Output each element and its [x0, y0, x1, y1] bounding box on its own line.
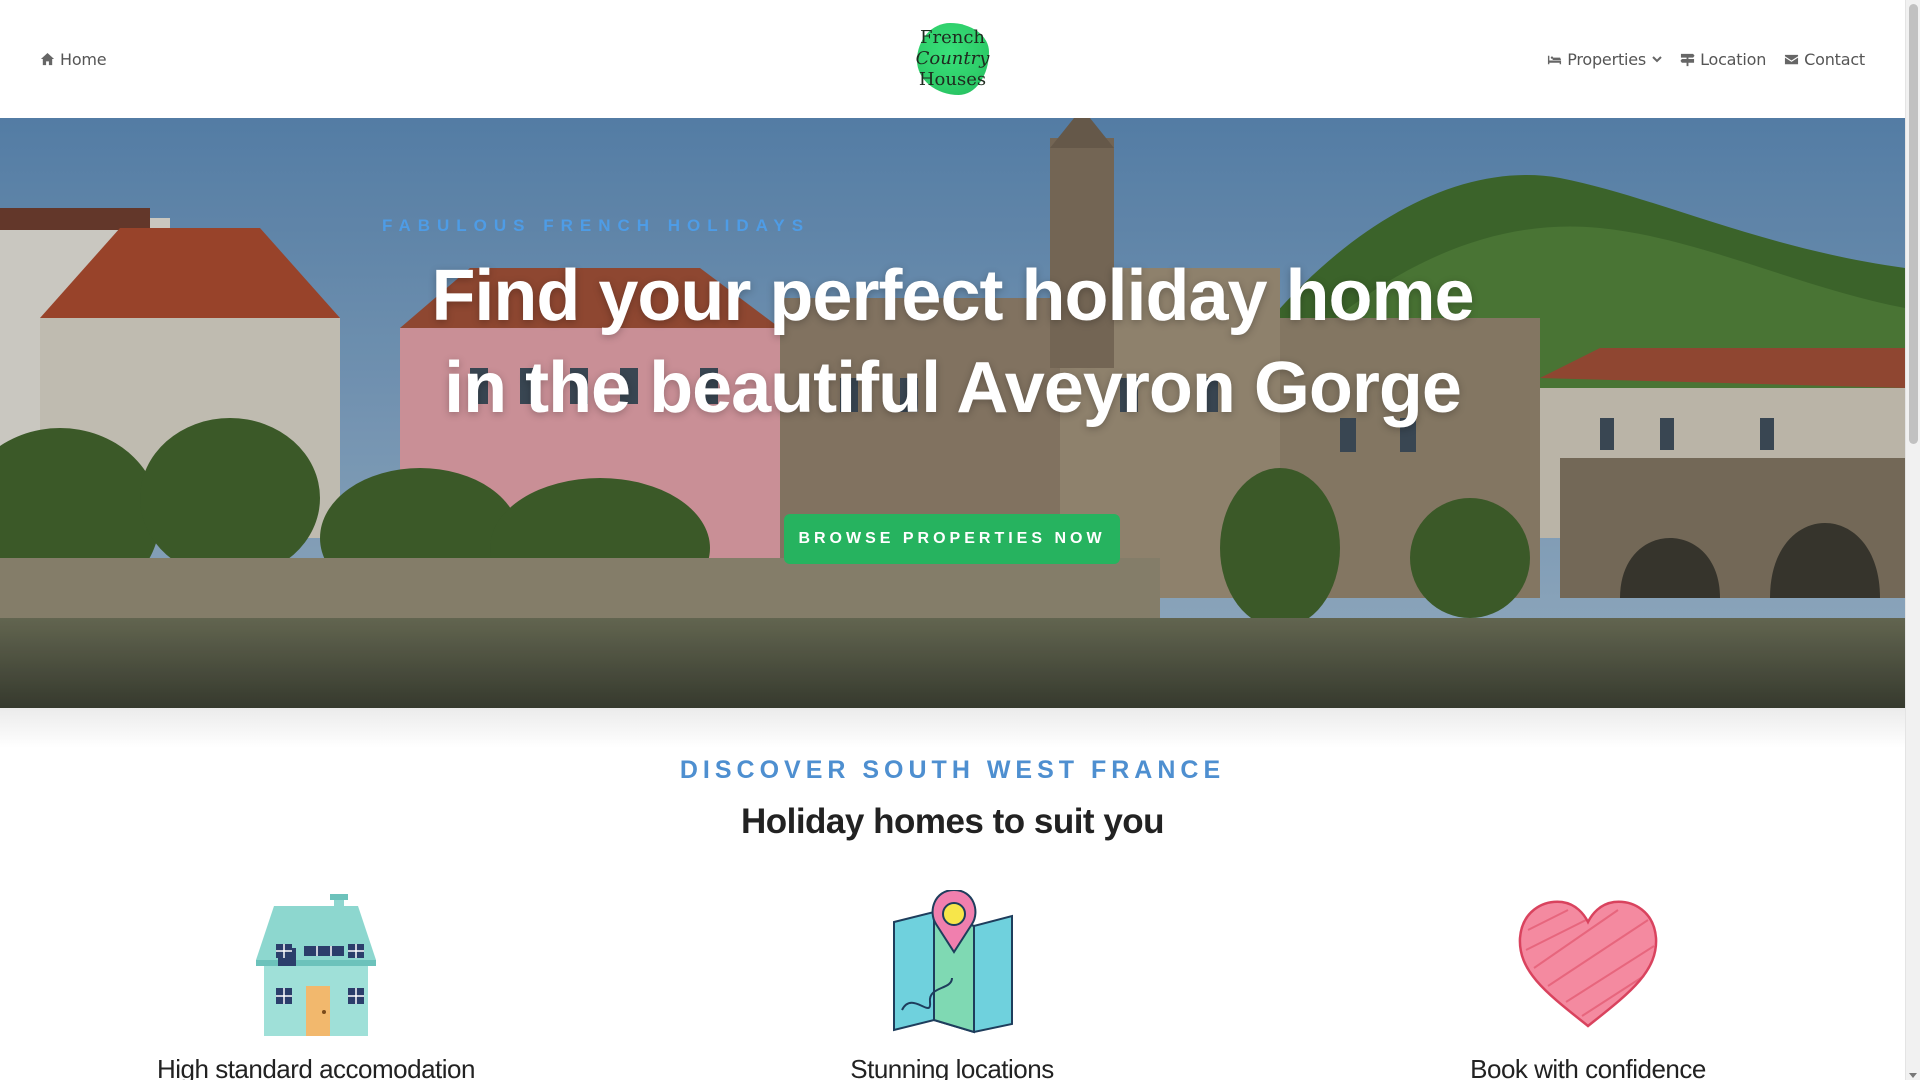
logo-line-2: Country [915, 48, 990, 69]
nav-location-label: Location [1700, 49, 1767, 69]
feature-title: Stunning locations [850, 1054, 1054, 1080]
chevron-down-icon [1652, 56, 1662, 63]
nav-contact-link[interactable]: Contact [1784, 50, 1865, 69]
nav-properties-dropdown[interactable]: Properties [1547, 50, 1662, 69]
logo-line-1: French [919, 27, 985, 48]
features-row: High standard accomodation Stunning loca… [0, 890, 1905, 1080]
discover-kicker: DISCOVER SOUTH WEST FRANCE [679, 756, 1226, 784]
hero-title-line-2: in the beautiful Aveyron Gorge [444, 348, 1462, 428]
browse-properties-button[interactable]: BROWSE PROPERTIES NOW [784, 514, 1120, 564]
hero-banner: FABULOUS FRENCH HOLIDAYS Find your perfe… [0, 118, 1905, 708]
home-icon [40, 52, 55, 65]
hero-shadow [0, 708, 1905, 748]
hero-title-line-1: Find your perfect holiday home [431, 256, 1474, 336]
site-logo[interactable]: French Country Houses [911, 17, 995, 101]
nav-left: Home [40, 49, 107, 69]
logo-text: French Country Houses [911, 27, 995, 90]
nav-right: Properties Location Contact [1547, 50, 1865, 69]
house-icon [256, 894, 376, 1036]
signpost-icon [1680, 53, 1695, 66]
feature-confidence: Book with confidence [1378, 890, 1798, 1080]
feature-locations: Stunning locations [742, 890, 1162, 1080]
bed-icon [1548, 55, 1562, 64]
feature-title: High standard accomodation [157, 1054, 475, 1080]
nav-location-link[interactable]: Location [1680, 50, 1766, 69]
heart-icon [1518, 900, 1658, 1028]
site-header: Home French Country Houses Properties Lo… [0, 0, 1905, 118]
hero-kicker: FABULOUS FRENCH HOLIDAYS [382, 216, 811, 235]
map-pin-icon [893, 890, 1013, 1034]
feature-title: Book with confidence [1470, 1054, 1706, 1080]
nav-contact-label: Contact [1804, 49, 1865, 69]
hero-title: Find your perfect holiday home in the be… [0, 250, 1905, 434]
scrollbar-thumb[interactable] [1909, 4, 1918, 444]
nav-home-link[interactable]: Home [40, 49, 107, 69]
nav-home-label: Home [60, 49, 107, 69]
nav-properties-label: Properties [1567, 49, 1647, 69]
scroll-down-arrow-icon[interactable] [1909, 1073, 1917, 1078]
feature-accommodation: High standard accomodation [106, 890, 526, 1080]
page-scrollbar[interactable] [1905, 0, 1920, 1080]
logo-line-3: Houses [918, 69, 987, 90]
discover-title: Holiday homes to suit you [740, 802, 1165, 841]
envelope-icon [1785, 54, 1799, 64]
